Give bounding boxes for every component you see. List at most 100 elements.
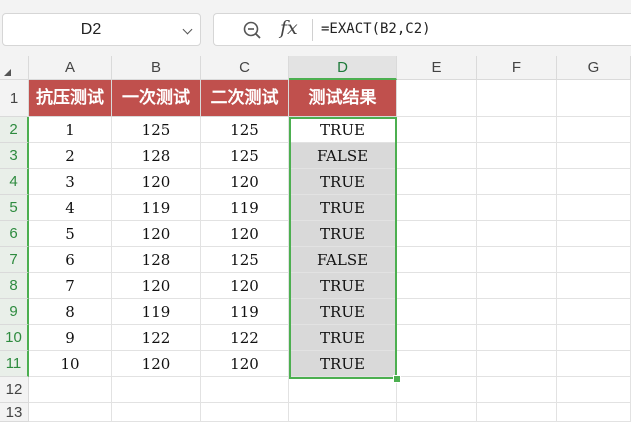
function-icon[interactable]: fx [280,17,298,39]
cell-A4[interactable]: 3 [29,169,112,195]
cell-C11[interactable]: 120 [201,351,289,377]
cell-C13[interactable] [201,403,289,422]
cell-C5[interactable]: 119 [201,195,289,221]
row-header-10[interactable]: 10 [0,325,29,351]
cell-F7[interactable] [477,247,557,273]
cell-F4[interactable] [477,169,557,195]
cell-F13[interactable] [477,403,557,422]
cell-B12[interactable] [112,377,201,403]
select-all-icon[interactable] [4,69,11,76]
cell-G8[interactable] [557,273,631,299]
cell-G11[interactable] [557,351,631,377]
cell-F8[interactable] [477,273,557,299]
cell-E6[interactable] [397,221,477,247]
cell-D4[interactable]: TRUE [289,169,397,195]
cell-E8[interactable] [397,273,477,299]
cell-A9[interactable]: 8 [29,299,112,325]
cell-G1[interactable] [557,80,631,117]
column-header-F[interactable]: F [477,56,557,80]
cell-A8[interactable]: 7 [29,273,112,299]
cell-A12[interactable] [29,377,112,403]
cell-C2[interactable]: 125 [201,117,289,143]
column-header-B[interactable]: B [112,56,201,80]
cell-C10[interactable]: 122 [201,325,289,351]
cell-D1[interactable]: 测试结果 [289,80,397,117]
name-box-value[interactable]: D2 [3,21,179,39]
cell-D11[interactable]: TRUE [289,351,397,377]
cell-C4[interactable]: 120 [201,169,289,195]
row-header-2[interactable]: 2 [0,117,29,143]
cell-A11[interactable]: 10 [29,351,112,377]
cell-A5[interactable]: 4 [29,195,112,221]
cell-B13[interactable] [112,403,201,422]
cell-B10[interactable]: 122 [112,325,201,351]
row-header-4[interactable]: 4 [0,169,29,195]
cell-D6[interactable]: TRUE [289,221,397,247]
cell-B8[interactable]: 120 [112,273,201,299]
cell-B5[interactable]: 119 [112,195,201,221]
formula-input[interactable]: =EXACT(B2,C2) [321,21,431,37]
cell-D3[interactable]: FALSE [289,143,397,169]
cell-D13[interactable] [289,403,397,422]
cell-B11[interactable]: 120 [112,351,201,377]
cell-D12[interactable] [289,377,397,403]
cell-D7[interactable]: FALSE [289,247,397,273]
cell-E13[interactable] [397,403,477,422]
cell-F11[interactable] [477,351,557,377]
cell-G9[interactable] [557,299,631,325]
cell-F5[interactable] [477,195,557,221]
cell-G13[interactable] [557,403,631,422]
cell-C3[interactable]: 125 [201,143,289,169]
cell-A2[interactable]: 1 [29,117,112,143]
cell-F2[interactable] [477,117,557,143]
cell-F10[interactable] [477,325,557,351]
fill-handle[interactable] [393,375,401,383]
column-header-E[interactable]: E [397,56,477,80]
cell-C6[interactable]: 120 [201,221,289,247]
cell-E7[interactable] [397,247,477,273]
cell-E4[interactable] [397,169,477,195]
cell-D10[interactable]: TRUE [289,325,397,351]
column-header-G[interactable]: G [557,56,631,80]
cell-A3[interactable]: 2 [29,143,112,169]
row-header-12[interactable]: 12 [0,377,29,403]
cell-G5[interactable] [557,195,631,221]
cell-F6[interactable] [477,221,557,247]
name-box[interactable]: D2 [2,13,201,46]
cell-A7[interactable]: 6 [29,247,112,273]
cell-B1[interactable]: 一次测试 [112,80,201,117]
cell-E5[interactable] [397,195,477,221]
select-all-corner[interactable] [0,56,29,80]
cell-G3[interactable] [557,143,631,169]
zoom-formula-icon[interactable] [242,20,262,40]
column-header-A[interactable]: A [29,56,112,80]
row-header-6[interactable]: 6 [0,221,29,247]
cell-D9[interactable]: TRUE [289,299,397,325]
cell-G12[interactable] [557,377,631,403]
cell-G10[interactable] [557,325,631,351]
cell-C9[interactable]: 119 [201,299,289,325]
cell-B6[interactable]: 120 [112,221,201,247]
cell-G4[interactable] [557,169,631,195]
cell-E9[interactable] [397,299,477,325]
cell-A6[interactable]: 5 [29,221,112,247]
cell-B7[interactable]: 128 [112,247,201,273]
cell-B9[interactable]: 119 [112,299,201,325]
cell-E10[interactable] [397,325,477,351]
row-header-5[interactable]: 5 [0,195,29,221]
cell-G2[interactable] [557,117,631,143]
cell-F12[interactable] [477,377,557,403]
cell-A13[interactable] [29,403,112,422]
cell-G7[interactable] [557,247,631,273]
cell-A1[interactable]: 抗压测试 [29,80,112,117]
column-header-C[interactable]: C [201,56,289,80]
cell-A10[interactable]: 9 [29,325,112,351]
cell-D8[interactable]: TRUE [289,273,397,299]
row-header-8[interactable]: 8 [0,273,29,299]
column-header-D[interactable]: D [289,56,397,80]
row-header-13[interactable]: 13 [0,403,29,422]
row-header-3[interactable]: 3 [0,143,29,169]
row-header-11[interactable]: 11 [0,351,29,377]
cell-B3[interactable]: 128 [112,143,201,169]
cell-C1[interactable]: 二次测试 [201,80,289,117]
